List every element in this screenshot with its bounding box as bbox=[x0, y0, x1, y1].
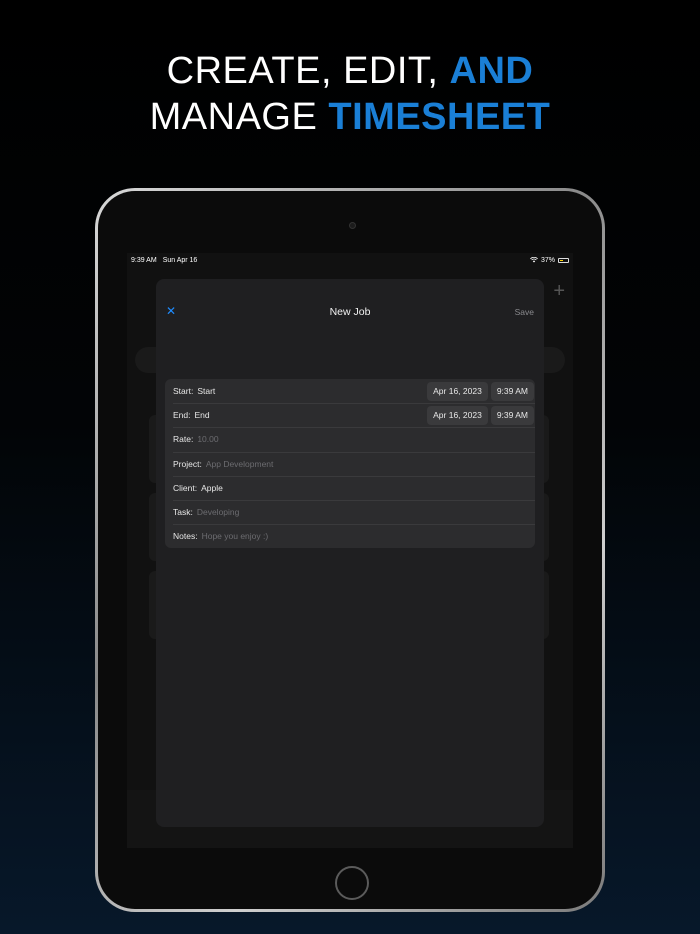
task-label: Task: bbox=[173, 507, 193, 518]
sheet-header: ✕ New Job Save bbox=[156, 279, 544, 349]
project-label: Project: bbox=[173, 458, 202, 469]
save-button[interactable]: Save bbox=[515, 307, 534, 317]
status-bar: 9:39 AM Sun Apr 16 37% bbox=[127, 253, 573, 267]
form-row-start: Start: Start Apr 16, 2023 9:39 AM bbox=[165, 379, 535, 403]
headline-line-1: CREATE, EDIT, AND bbox=[0, 48, 700, 94]
ipad-screen: 9:39 AM Sun Apr 16 37% + ✕ New Job Save … bbox=[127, 253, 573, 848]
form-row-notes: Notes: bbox=[165, 524, 535, 548]
status-right: 37% bbox=[530, 257, 569, 264]
end-label: End: bbox=[173, 410, 191, 421]
headline-line-1-accent: AND bbox=[449, 50, 534, 92]
notes-label: Notes: bbox=[173, 531, 198, 542]
status-time: 9:39 AM bbox=[131, 256, 157, 264]
wifi-icon bbox=[530, 257, 538, 263]
headline-line-2-accent: TIMESHEET bbox=[328, 96, 551, 138]
battery-percent: 37% bbox=[540, 256, 555, 264]
end-date-picker[interactable]: Apr 16, 2023 bbox=[427, 405, 488, 425]
notes-field[interactable] bbox=[201, 531, 527, 542]
form-row-client[interactable]: Client: Apple bbox=[165, 475, 535, 500]
client-label: Client: bbox=[173, 482, 198, 493]
rate-label: Rate: bbox=[173, 434, 194, 445]
job-form: Start: Start Apr 16, 2023 9:39 AM End: E… bbox=[165, 379, 535, 549]
home-button[interactable] bbox=[335, 866, 369, 900]
end-time-picker[interactable]: 9:39 AM bbox=[490, 405, 534, 425]
form-row-project: Project: bbox=[165, 451, 535, 476]
start-time-picker[interactable]: 9:39 AM bbox=[490, 381, 534, 401]
start-pickers: Apr 16, 2023 9:39 AM bbox=[427, 381, 534, 401]
rate-field[interactable] bbox=[197, 434, 527, 445]
end-pickers: Apr 16, 2023 9:39 AM bbox=[427, 405, 534, 425]
project-field[interactable] bbox=[205, 458, 527, 469]
front-camera bbox=[349, 222, 356, 229]
background-add-icon: + bbox=[553, 280, 565, 302]
headline-line-2: MANAGE TIMESHEET bbox=[0, 94, 700, 140]
task-field[interactable] bbox=[196, 507, 527, 518]
new-job-sheet: ✕ New Job Save Start: Start Apr 16, 2023… bbox=[156, 279, 544, 827]
start-date-picker[interactable]: Apr 16, 2023 bbox=[427, 381, 488, 401]
form-row-task: Task: bbox=[165, 499, 535, 524]
status-date: Sun Apr 16 bbox=[162, 256, 198, 264]
form-row-rate: Rate: bbox=[165, 427, 535, 451]
headline-line-1-text: CREATE, EDIT, bbox=[166, 50, 450, 92]
headline-line-2-text: MANAGE bbox=[149, 96, 329, 138]
form-row-end: End: End Apr 16, 2023 9:39 AM bbox=[165, 403, 535, 427]
end-value: End bbox=[194, 410, 210, 421]
marketing-headline: CREATE, EDIT, AND MANAGE TIMESHEET bbox=[0, 48, 700, 140]
battery-icon bbox=[558, 257, 569, 263]
sheet-title: New Job bbox=[329, 306, 371, 318]
ipad-frame: 9:39 AM Sun Apr 16 37% + ✕ New Job Save … bbox=[95, 188, 605, 912]
start-value: Start bbox=[197, 386, 216, 397]
client-field[interactable]: Apple bbox=[201, 483, 223, 493]
start-label: Start: bbox=[173, 386, 194, 397]
ipad-bezel: 9:39 AM Sun Apr 16 37% + ✕ New Job Save … bbox=[98, 191, 602, 909]
